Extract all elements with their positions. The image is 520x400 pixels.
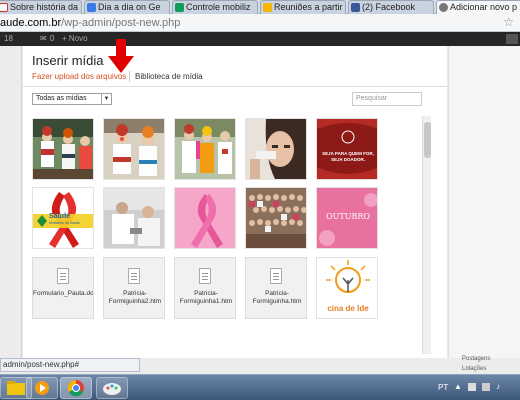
address-bar[interactable]: aude.com.br/wp-admin/post-new.php ☆ xyxy=(0,14,520,32)
volume-icon[interactable]: ♪ xyxy=(496,382,500,391)
logo-caption: Saúde xyxy=(49,213,71,220)
language-indicator[interactable]: PT xyxy=(438,383,448,392)
document-icon xyxy=(199,268,211,284)
red-arrow-annotation-icon xyxy=(108,39,134,73)
file-name: Patricia-Formiguinha.htm xyxy=(252,290,302,305)
tab-media-library[interactable]: Biblioteca de mídia xyxy=(135,72,203,81)
wp-right-panel xyxy=(448,46,520,358)
drive-icon xyxy=(263,3,272,12)
media-item-sketch[interactable]: cina de Ide xyxy=(316,257,378,319)
file-name: Patricia-Formiguinha2.htm xyxy=(108,290,162,305)
browser-tab-sheets[interactable]: Controle mobiliz xyxy=(172,0,258,14)
flag-icon[interactable] xyxy=(468,383,476,391)
media-item-doctor-meeting[interactable] xyxy=(103,187,165,249)
sheets-icon xyxy=(175,3,184,12)
gmail-icon xyxy=(0,3,8,12)
tray-arrow-icon[interactable]: ▲ xyxy=(454,382,462,391)
poster-caption: SEJA PARA QUEM FOR, SEJA DOADOR. xyxy=(322,151,374,162)
browser-tab-wordpress[interactable]: Adicionar novo p xyxy=(436,0,520,14)
tab-label: Reuniões a partir xyxy=(274,2,343,12)
bookmark-star-icon[interactable]: ☆ xyxy=(503,15,514,29)
chevron-down-icon: ▼ xyxy=(101,94,111,104)
wp-admin-sidebar xyxy=(0,46,22,358)
media-item-woman-portrait[interactable] xyxy=(245,118,307,180)
url-text[interactable]: aude.com.br/wp-admin/post-new.php xyxy=(0,16,180,30)
media-search-input[interactable]: Pesquisar xyxy=(352,92,422,106)
media-item-clowns-hospital[interactable] xyxy=(32,118,94,180)
media-player-taskbar-button[interactable] xyxy=(26,377,58,399)
url-domain: aude.com.br xyxy=(0,17,62,29)
media-player-icon xyxy=(35,381,49,395)
browser-status-bar: admin/post-new.php# xyxy=(0,358,140,372)
media-item-donation-poster[interactable]: SEJA PARA QUEM FOR, SEJA DOADOR. xyxy=(316,118,378,180)
facebook-icon xyxy=(351,3,360,12)
media-item-doc-file[interactable]: Formulario_Pauta.doc xyxy=(32,257,94,319)
logo-subcaption: Ministério da Saúde xyxy=(49,221,80,225)
paint-icon xyxy=(103,383,121,395)
document-icon xyxy=(128,268,140,284)
url-path: /wp-admin/post-new.php xyxy=(61,17,181,29)
browser-tab-facebook[interactable]: (2) Facebook xyxy=(348,0,434,14)
tab-label: Dia a dia on Ge xyxy=(98,2,161,12)
tab-label: Adicionar novo p xyxy=(450,2,518,12)
media-item-clown-doctors[interactable] xyxy=(174,118,236,180)
file-name: Patricia-Formiguinha1.htm xyxy=(179,290,233,305)
tab-label: Controle mobiliz xyxy=(186,2,251,12)
wp-admin-bar: 18 ✉ 0 + Novo xyxy=(0,32,520,46)
media-item-htm-file-2[interactable]: Patricia-Formiguinha2.htm xyxy=(103,257,165,319)
new-content-link[interactable]: + Novo xyxy=(62,32,88,46)
docs-icon xyxy=(87,3,96,12)
media-modal: Inserir mídia Fazer upload dos arquivos … xyxy=(23,39,447,358)
media-item-htm-file[interactable]: Patricia-Formiguinha.htm xyxy=(245,257,307,319)
media-item-outubro-banner[interactable]: OUTUBRO xyxy=(316,187,378,249)
media-filter-select[interactable]: Todas as mídias ▼ xyxy=(32,93,112,105)
document-icon xyxy=(270,268,282,284)
windows-taskbar: PT ▲ ♪ xyxy=(0,374,520,400)
panel-item-postagens[interactable]: Postagens xyxy=(462,356,490,362)
chrome-icon xyxy=(67,379,84,397)
tab-label: (2) Facebook xyxy=(362,2,416,12)
user-avatar-icon[interactable] xyxy=(506,34,518,44)
updates-count[interactable]: 18 xyxy=(4,32,13,46)
document-icon xyxy=(57,268,69,284)
media-item-clown-nurses[interactable] xyxy=(103,118,165,180)
browser-tab-drive[interactable]: Reuniões a partir xyxy=(260,0,346,14)
scrollbar-thumb[interactable] xyxy=(424,122,431,158)
browser-tab-bar: Sobre história da Dia a dia on Ge Contro… xyxy=(0,0,520,14)
file-name: Formulario_Pauta.doc xyxy=(33,290,94,297)
browser-tab-docs[interactable]: Dia a dia on Ge xyxy=(84,0,170,14)
media-item-ministry-logo[interactable]: Saúde Ministério da Saúde xyxy=(32,187,94,249)
comment-icon[interactable]: ✉ xyxy=(40,32,47,46)
user-icon xyxy=(439,3,448,12)
media-item-pink-ribbon[interactable] xyxy=(174,187,236,249)
status-url: admin/post-new.php# xyxy=(3,360,80,369)
chrome-taskbar-button[interactable] xyxy=(60,377,92,399)
screen: Sobre história da Dia a dia on Ge Contro… xyxy=(0,0,520,400)
tab-label: Sobre história da xyxy=(10,2,79,12)
browser-tab-gmail[interactable]: Sobre história da xyxy=(0,0,82,14)
signal-icon[interactable] xyxy=(482,383,490,391)
banner-caption: OUTUBRO xyxy=(326,212,370,221)
modal-divider xyxy=(23,86,447,87)
media-item-htm-file-1[interactable]: Patricia-Formiguinha1.htm xyxy=(174,257,236,319)
media-item-group-photo[interactable] xyxy=(245,187,307,249)
filter-value: Todas as mídias xyxy=(36,95,87,102)
system-tray: PT ▲ ♪ xyxy=(430,375,520,400)
panel-item-lotacoes[interactable]: Lotações xyxy=(462,366,486,372)
sketch-caption: cina de Ide xyxy=(327,304,369,313)
media-scrollbar[interactable] xyxy=(422,116,431,354)
modal-title: Inserir mídia xyxy=(32,53,104,68)
paint-taskbar-button[interactable] xyxy=(96,377,128,399)
comments-count[interactable]: 0 xyxy=(50,32,54,46)
